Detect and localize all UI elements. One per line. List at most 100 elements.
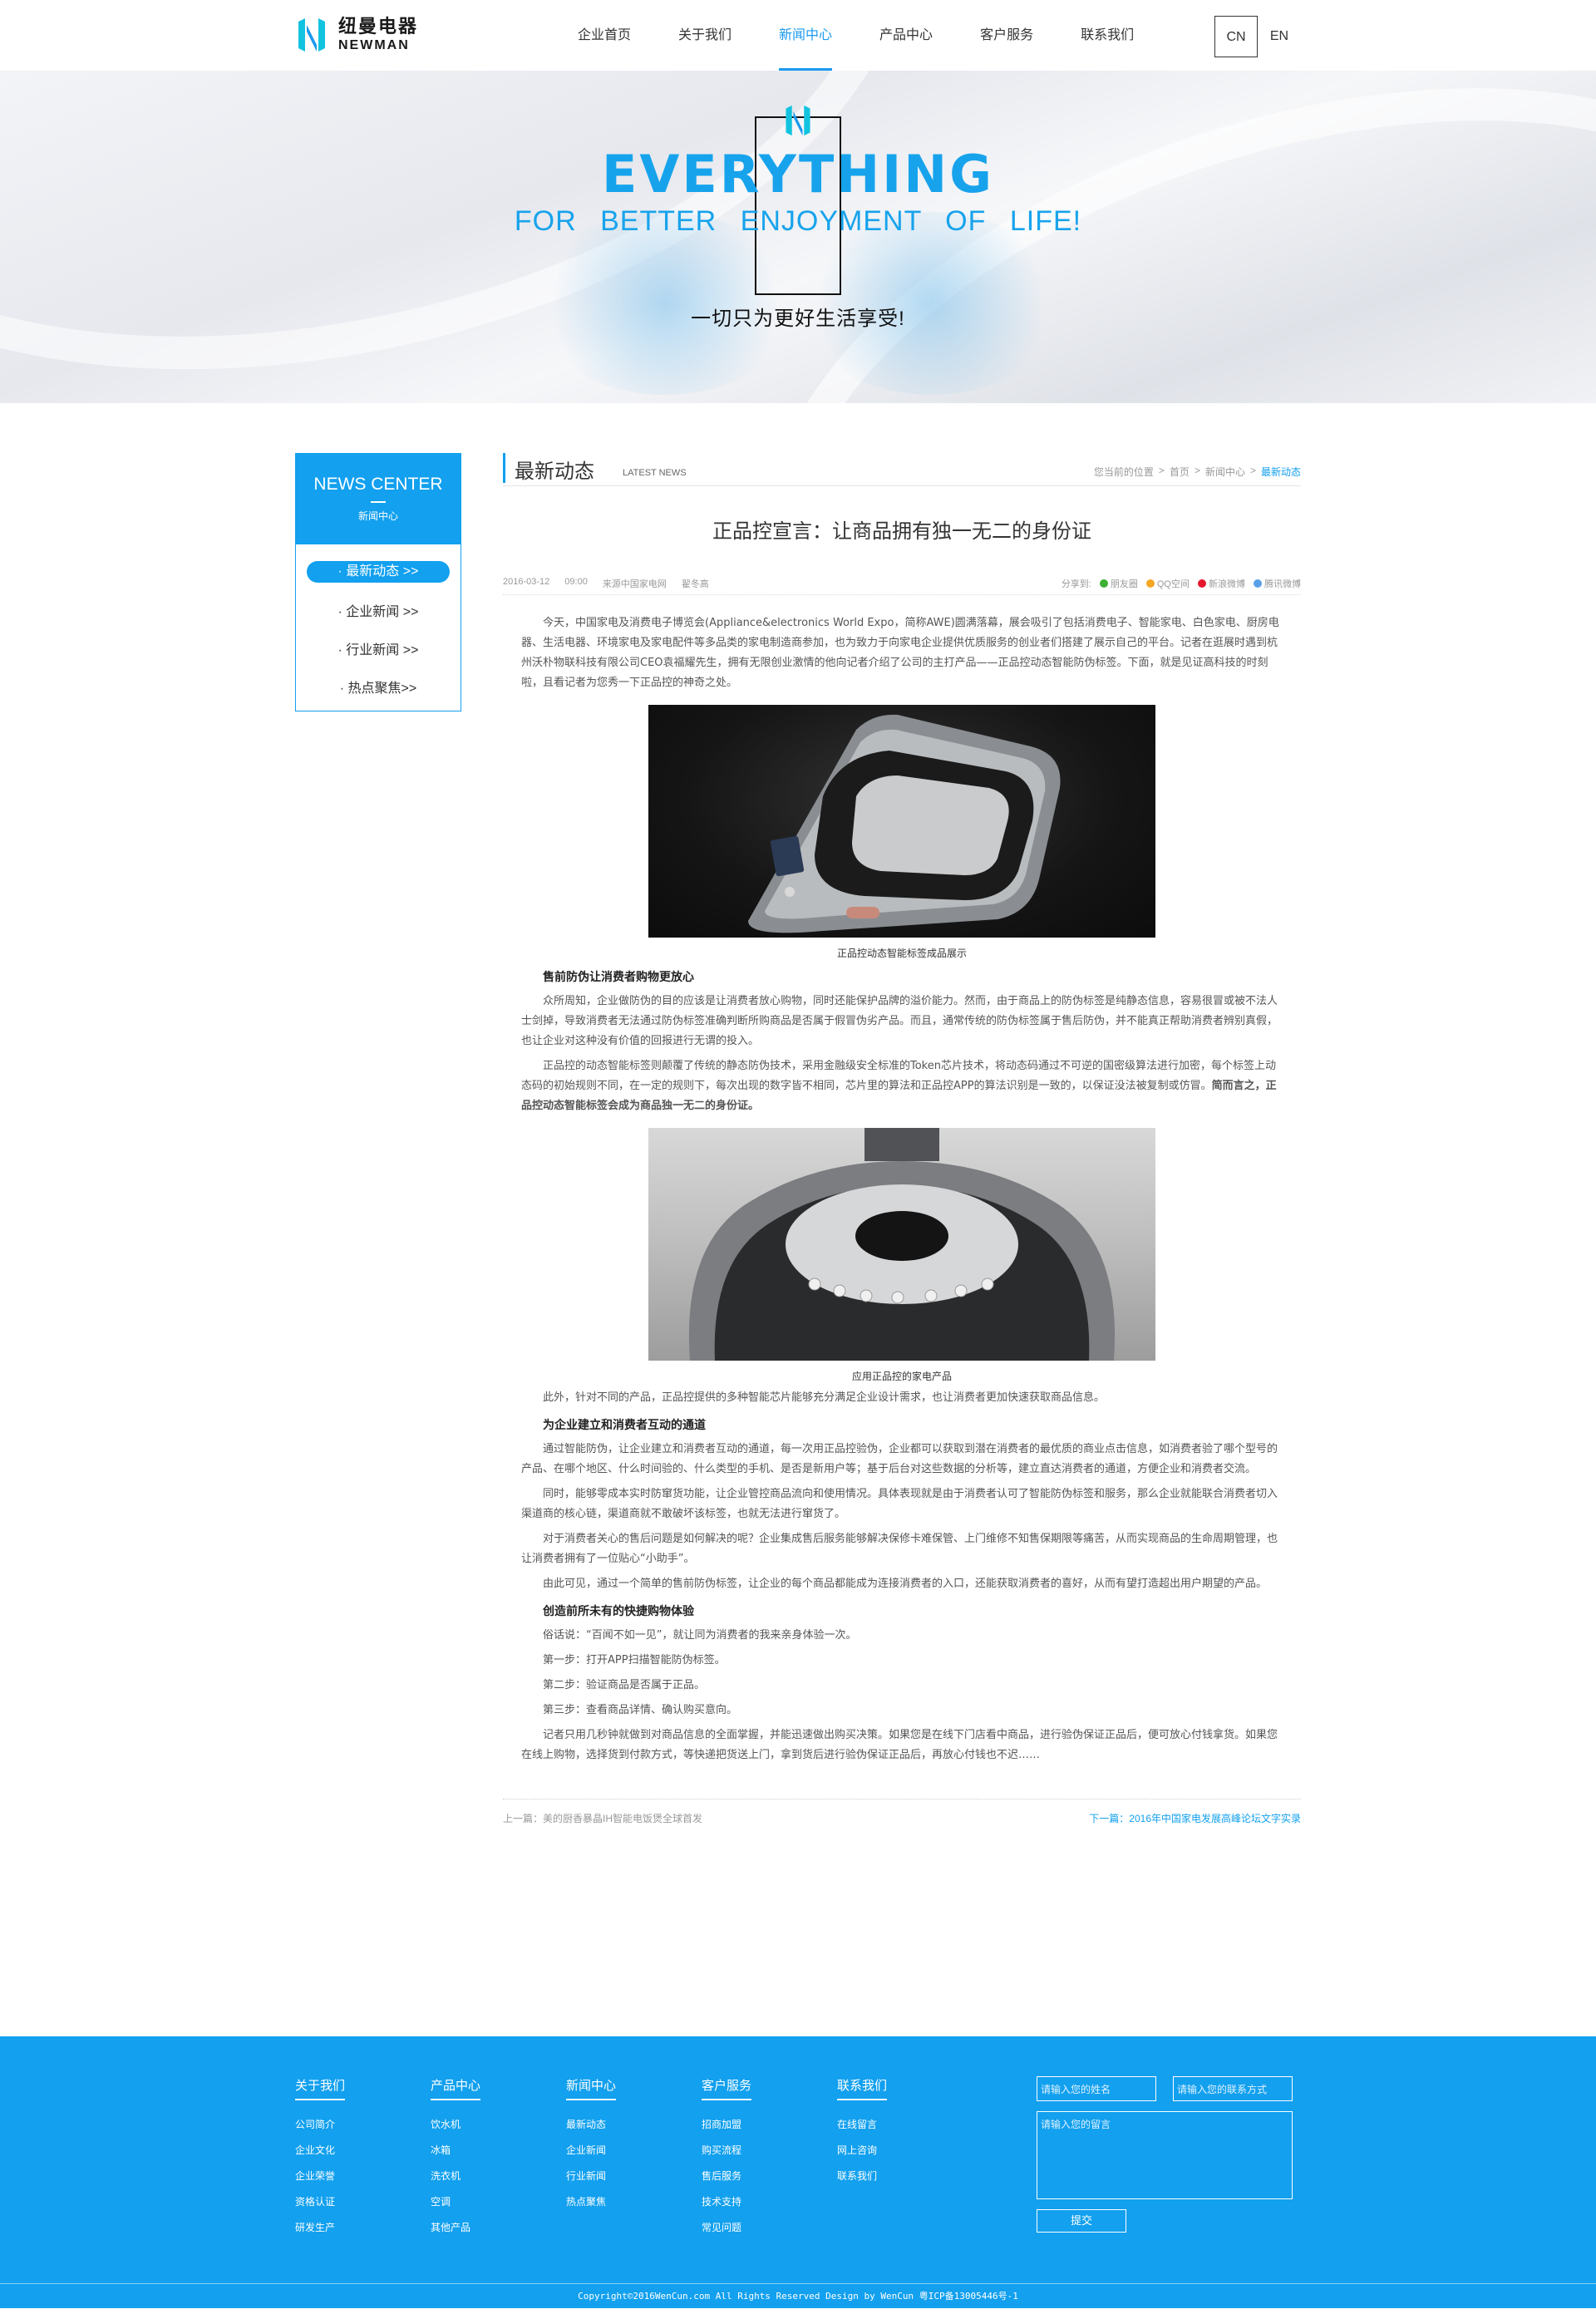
footer-link[interactable]: 在线留言 [837,2112,887,2138]
sidebar-item-company[interactable]: · 企业新闻 >> [296,591,461,629]
share-qzone[interactable]: QQ空间 [1145,577,1190,590]
footer-link[interactable]: 技术支持 [702,2189,751,2215]
share-weibo[interactable]: 新浪微博 [1198,577,1245,590]
section-heading: 创造前所未有的快捷购物体验 [543,1604,694,1617]
article-date: 2016-03-12 [503,577,550,587]
paragraph: 通过智能防伪，让企业建立和消费者互动的通道，每一次用正品控验伪，企业都可以获取到… [521,1443,1278,1475]
submit-button[interactable]: 提交 [1037,2209,1126,2233]
site-footer: 关于我们 公司简介 企业文化 企业荣誉 资格认证 研发生产 产品中心 饮水机 冰… [0,2036,1596,2308]
nav-item-about[interactable]: 关于我们 [678,0,732,71]
footer-link[interactable]: 热点聚焦 [566,2189,616,2215]
sidebar-item-latest[interactable]: · 最新动态 >> [296,553,461,591]
figure-caption: 正品控动态智能标签成品展示 [836,948,967,959]
share-wechat[interactable]: 朋友圈 [1099,577,1138,590]
paragraph: 对于消费者关心的售后问题是如何解决的呢？企业集成售后服务能够解决保修卡难保管、上… [521,1533,1278,1565]
share-bar: 分享到: 朋友圈 QQ空间 新浪微博 腾讯微博 [1062,577,1301,589]
weibo-icon [1198,578,1206,588]
footer-link[interactable]: 常见问题 [702,2215,751,2241]
article-time: 09:00 [564,577,588,587]
footer-link[interactable]: 购买流程 [702,2138,751,2164]
logo-en-text: NEWMAN [338,38,410,52]
sidebar-title-cn: 新闻中心 [357,510,398,522]
sidebar-header: NEWS CENTER 新闻中心 [295,453,461,544]
nav-item-contact[interactable]: 联系我们 [1081,0,1134,71]
breadcrumb-current[interactable]: 最新动态 [1261,465,1301,479]
sidebar-menu: · 最新动态 >> · 企业新闻 >> · 行业新闻 >> · 热点聚焦>> [295,544,461,711]
footer-link[interactable]: 行业新闻 [566,2164,616,2189]
footer-link[interactable]: 公司简介 [295,2112,345,2138]
footer-link[interactable]: 售后服务 [702,2164,751,2189]
breadcrumb-separator: > [1249,465,1256,476]
sidebar-item-label: · 最新动态 >> [307,561,450,583]
sidebar-item-hot[interactable]: · 热点聚焦>> [296,667,461,706]
article-pager: 上一篇：美的厨香暴晶IH智能电饭煲全球首发 下一篇：2016年中国家电发展高峰论… [503,1799,1301,1825]
paragraph: 此外，针对不同的产品，正品控提供的多种智能芯片能够充分满足企业设计需求，也让消费… [543,1391,1106,1404]
language-switcher: CN EN [1214,16,1301,57]
paragraph: 众所周知，企业做防伪的目的应该是让消费者放心购物，同时还能保护品牌的溢价能力。然… [521,995,1278,1047]
product-image-tag [648,705,1155,938]
site-header: 纽曼电器 NEWMAN 企业首页 关于我们 新闻中心 产品中心 客户服务 联系我… [0,0,1596,71]
lang-cn-button[interactable]: CN [1214,16,1258,57]
footer-link[interactable]: 洗衣机 [431,2164,480,2189]
footer-link[interactable]: 其他产品 [431,2215,480,2241]
next-article-link[interactable]: 下一篇：2016年中国家电发展高峰论坛文字实录 [1089,1811,1301,1825]
footer-col-about: 关于我们 公司简介 企业文化 企业荣誉 资格认证 研发生产 [295,2076,346,2241]
breadcrumb-news[interactable]: 新闻中心 [1205,465,1245,479]
message-textarea[interactable]: 请输入您的留言 [1037,2111,1293,2199]
product-image-appliance [648,1128,1155,1361]
banner-title: EVERYTHING [602,144,994,204]
footer-link[interactable]: 资格认证 [295,2189,345,2215]
footer-link[interactable]: 企业新闻 [566,2138,616,2164]
paragraph: 今天，中国家电及消费电子博览会(Appliance&electronics Wo… [521,617,1279,689]
footer-link[interactable]: 网上咨询 [837,2138,887,2164]
nav-item-service[interactable]: 客户服务 [980,0,1033,71]
footer-col-news: 新闻中心 最新动态 企业新闻 行业新闻 热点聚焦 [566,2076,617,2215]
paragraph: 俗话说：“百闻不如一见”，就让同为消费者的我来亲身体验一次。 [543,1629,857,1642]
footer-link[interactable]: 研发生产 [295,2215,345,2241]
wechat-icon [1099,578,1108,588]
footer-link[interactable]: 联系我们 [837,2164,887,2189]
content-area: 最新动态 LATEST NEWS 您当前的位置 > 首页 > 新闻中心 > 最新… [503,453,1301,1825]
footer-col-title: 新闻中心 [566,2076,617,2100]
sidebar-item-label: · 热点聚焦>> [339,682,417,696]
contact-input[interactable]: 请输入您的联系方式 [1173,2076,1293,2101]
hero-banner: EVERYTHING FOR BETTER ENJOYMENT OF LIFE!… [0,71,1596,403]
figure: 正品控动态智能标签成品展示 [521,705,1283,960]
nav-item-news[interactable]: 新闻中心 [779,0,833,71]
copyright: Copyright©2016WenCun.com All Rights Rese… [0,2283,1596,2308]
footer-link[interactable]: 企业荣誉 [295,2164,345,2189]
article-author: 翟冬高 [681,579,709,589]
prev-article-link[interactable]: 上一篇：美的厨香暴晶IH智能电饭煲全球首发 [503,1811,702,1825]
nav-item-products[interactable]: 产品中心 [879,0,933,71]
footer-col-title: 关于我们 [295,2076,346,2100]
sidebar-title-en: NEWS CENTER [313,475,443,494]
paragraph: 正品控的动态智能标签则颠覆了传统的静态防伪技术，采用金融级安全标准的Token芯… [521,1056,1283,1116]
footer-link[interactable]: 招商加盟 [702,2112,751,2138]
article-title: 正品控宣言：让商品拥有独一无二的身份证 [712,520,1091,543]
logo-cn-text: 纽曼电器 [338,16,419,37]
breadcrumb-label: 您当前的位置 [1093,466,1154,478]
footer-link[interactable]: 空调 [431,2189,480,2215]
logo[interactable]: 纽曼电器 NEWMAN [295,17,418,53]
banner-logo-icon [786,105,810,136]
footer-col-title: 联系我们 [837,2076,888,2100]
paragraph: 同时，能够零成本实时防窜货功能，让企业管控商品流向和使用情况。具体表现就是由于消… [521,1488,1278,1520]
breadcrumb-separator: > [1194,465,1200,476]
paragraph: 第三步：查看商品详情、确认购买意向。 [543,1704,738,1716]
lang-en-button[interactable]: EN [1258,16,1301,57]
section-title-en: LATEST NEWS [623,468,687,478]
sidebar-item-industry[interactable]: · 行业新闻 >> [296,629,461,667]
sidebar: NEWS CENTER 新闻中心 · 最新动态 >> · 企业新闻 >> · 行… [295,453,461,711]
footer-link[interactable]: 企业文化 [295,2138,345,2164]
section-title: 最新动态 [515,460,594,483]
footer-col-title: 客户服务 [702,2076,752,2100]
paragraph: 由此可见，通过一个简单的售前防伪标签，让企业的每个商品都能成为连接消费者的入口，… [543,1578,1268,1590]
footer-link[interactable]: 饮水机 [431,2112,480,2138]
nav-item-home[interactable]: 企业首页 [578,0,631,71]
footer-link[interactable]: 冰箱 [431,2138,480,2164]
name-input[interactable]: 请输入您的姓名 [1037,2076,1156,2101]
breadcrumb-home[interactable]: 首页 [1170,465,1190,479]
footer-link[interactable]: 最新动态 [566,2112,616,2138]
breadcrumb: 您当前的位置 > 首页 > 新闻中心 > 最新动态 [1089,465,1301,479]
share-tencent-weibo[interactable]: 腾讯微博 [1254,577,1301,590]
